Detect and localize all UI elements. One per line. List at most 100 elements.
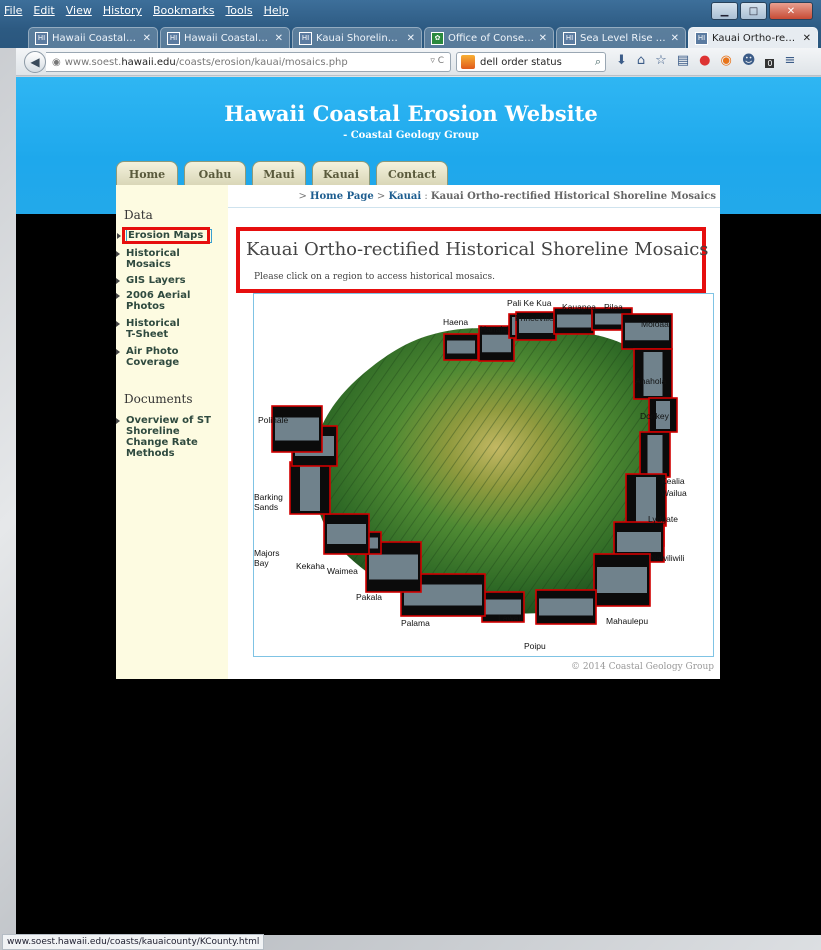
region-label[interactable]: Mahaulepu [606,616,648,626]
menu-edit[interactable]: Edit [33,4,54,20]
reader-icon[interactable]: ▤ [677,53,689,68]
menu-bookmarks[interactable]: Bookmarks [153,4,214,20]
close-window-button[interactable]: ✕ [769,2,813,20]
search-value: dell order status [480,56,562,68]
tab-label: Sea Level Rise W... [580,32,667,44]
region-label[interactable]: Nawiliwili [650,553,685,563]
region-label[interactable]: Kealia [661,476,685,486]
browser-tab-2[interactable]: HI Hawaii Coastal ... ✕ [160,27,290,48]
search-engine-icon[interactable] [461,55,475,69]
region-label[interactable]: Waimea [327,566,358,576]
breadcrumb-home[interactable]: Home Page [310,191,374,202]
region-label[interactable]: Lydgate [648,514,678,524]
window-controls: ▁ □ ✕ [711,2,813,20]
url-bar[interactable]: ◉ www.soest. hawaii.edu/coasts/erosion/ka… [46,52,451,72]
region-label[interactable]: Hanalei [480,324,509,334]
tab-close-icon[interactable]: ✕ [803,33,811,44]
menu-file[interactable]: File [4,4,22,20]
browser-tab-3[interactable]: HI Kauai Shoreline ... ✕ [292,27,422,48]
tab-label: Office of Conser... [448,32,535,44]
firefox-icon[interactable]: ◉ [720,53,731,68]
site-favicon-icon: ✿ [431,31,444,45]
tab-close-icon[interactable]: ✕ [275,33,283,44]
globe-icon: ◉ [52,56,61,68]
nav-oahu[interactable]: Oahu [184,161,246,187]
region-label[interactable]: Lawai [498,613,520,623]
region-label[interactable]: Polihale [258,415,289,425]
tab-label: Hawaii Coastal ... [184,32,271,44]
search-bar[interactable]: dell order status ⌕ [456,52,606,72]
mosaic-strip [597,567,647,593]
tab-close-icon[interactable]: ✕ [671,33,679,44]
site-title: Hawaii Coastal Erosion Website [224,101,598,126]
tab-strip: HI Hawaii Coastal ... ✕ HI Hawaii Coastal .… [28,27,821,48]
menu-icon[interactable]: ≡ [784,53,795,68]
menu-tools[interactable]: Tools [225,4,252,20]
browser-tab-4[interactable]: ✿ Office of Conser... ✕ [424,27,554,48]
browser-tab-1[interactable]: HI Hawaii Coastal ... ✕ [28,27,158,48]
nav-maui[interactable]: Maui [252,161,306,187]
browser-tab-6-active[interactable]: HI Kauai Ortho-rec... ✕ [688,27,818,48]
region-label[interactable]: Anahola [635,376,666,386]
menu-history[interactable]: History [103,4,142,20]
nav-kauai[interactable]: Kauai [312,161,370,187]
site-subtitle: - Coastal Geology Group [343,130,479,141]
breadcrumb-kauai[interactable]: Kauai [388,191,421,202]
browser-titlebar: File Edit View History Bookmarks Tools H… [0,0,821,48]
region-label[interactable]: Palama [401,618,430,628]
extension-icon[interactable]: ☻ [742,53,756,68]
sidebar-item-erosion-maps[interactable]: Erosion Maps [117,229,212,243]
minimize-button[interactable]: ▁ [711,2,738,20]
tab-label: Hawaii Coastal ... [52,32,139,44]
search-icon[interactable]: ⌕ [595,55,601,69]
maximize-button[interactable]: □ [740,2,767,20]
region-label[interactable]: Barking Sands [254,492,283,512]
nav-home[interactable]: Home [116,161,178,187]
menu-view[interactable]: View [66,4,92,20]
back-arrow-icon[interactable]: ◀ [24,51,46,73]
region-label[interactable]: Donkey [640,411,670,421]
download-icon[interactable]: ⬇ [616,53,627,68]
tab-close-icon[interactable]: ✕ [143,33,151,44]
sidebar-item-overview-st[interactable]: Overview of ST Shoreline Change Rate Met… [116,415,214,459]
addon-icon[interactable]: ● [699,53,710,68]
breadcrumb-sep: > [298,191,311,202]
navigation-toolbar: ◀ ◉ www.soest. hawaii.edu/coasts/erosion/… [16,48,821,76]
mosaic-strip [300,465,320,511]
sidebar-data-heading: Data [124,208,153,222]
region-label[interactable]: Kekaha [296,561,325,571]
region-label[interactable]: Pali Ke Kua [507,298,552,308]
tab-close-icon[interactable]: ✕ [539,33,547,44]
browser-tab-5[interactable]: HI Sea Level Rise W... ✕ [556,27,686,48]
menu-help[interactable]: Help [264,4,289,20]
toolbar-icons: ⬇ ⌂ ☆ ▤ ● ◉ ☻ 0 ≡ [616,53,795,68]
region-label[interactable]: Princeville [515,313,554,323]
mosaic-strip [617,532,661,552]
site-favicon-icon: HI [695,31,708,45]
url-path: /coasts/erosion/kauai/mosaics.php [175,56,348,68]
mosaic-strip [539,598,593,616]
bookmark-star-icon[interactable]: ☆ [655,53,667,68]
sidebar-item-historical-mosaics[interactable]: Historical Mosaics [116,248,218,270]
region-label[interactable]: Poipu [524,641,546,651]
breadcrumb-sep: : [421,191,431,202]
region-label[interactable]: Haena [443,317,468,327]
nav-contact[interactable]: Contact [376,161,448,187]
region-label[interactable]: Pakala [356,592,382,602]
tab-label: Kauai Ortho-rec... [712,32,799,44]
region-label[interactable]: Pilaa [604,302,623,312]
sidebar-item-gis-layers[interactable]: GIS Layers [116,275,218,286]
region-label[interactable]: Wailua [661,488,687,498]
home-icon[interactable]: ⌂ [637,53,645,68]
region-label[interactable]: Moloaa [641,319,669,329]
tab-close-icon[interactable]: ✕ [407,33,415,44]
sidebar-item-2006-aerial-photos[interactable]: 2006 Aerial Photos [116,290,206,312]
breadcrumb: > Home Page > Kauai : Kauai Ortho-rectif… [228,191,716,202]
region-label[interactable]: Majors Bay [254,548,280,568]
region-label[interactable]: Kauapea [562,302,596,312]
sidebar-item-air-photo-coverage[interactable]: Air Photo Coverage [116,346,196,368]
reload-icon[interactable]: ▿ C [430,56,444,66]
sidebar-item-historical-t-sheet[interactable]: Historical T-Sheet [116,318,192,340]
tab-label: Kauai Shoreline ... [316,32,403,44]
site-favicon-icon: HI [563,31,576,45]
